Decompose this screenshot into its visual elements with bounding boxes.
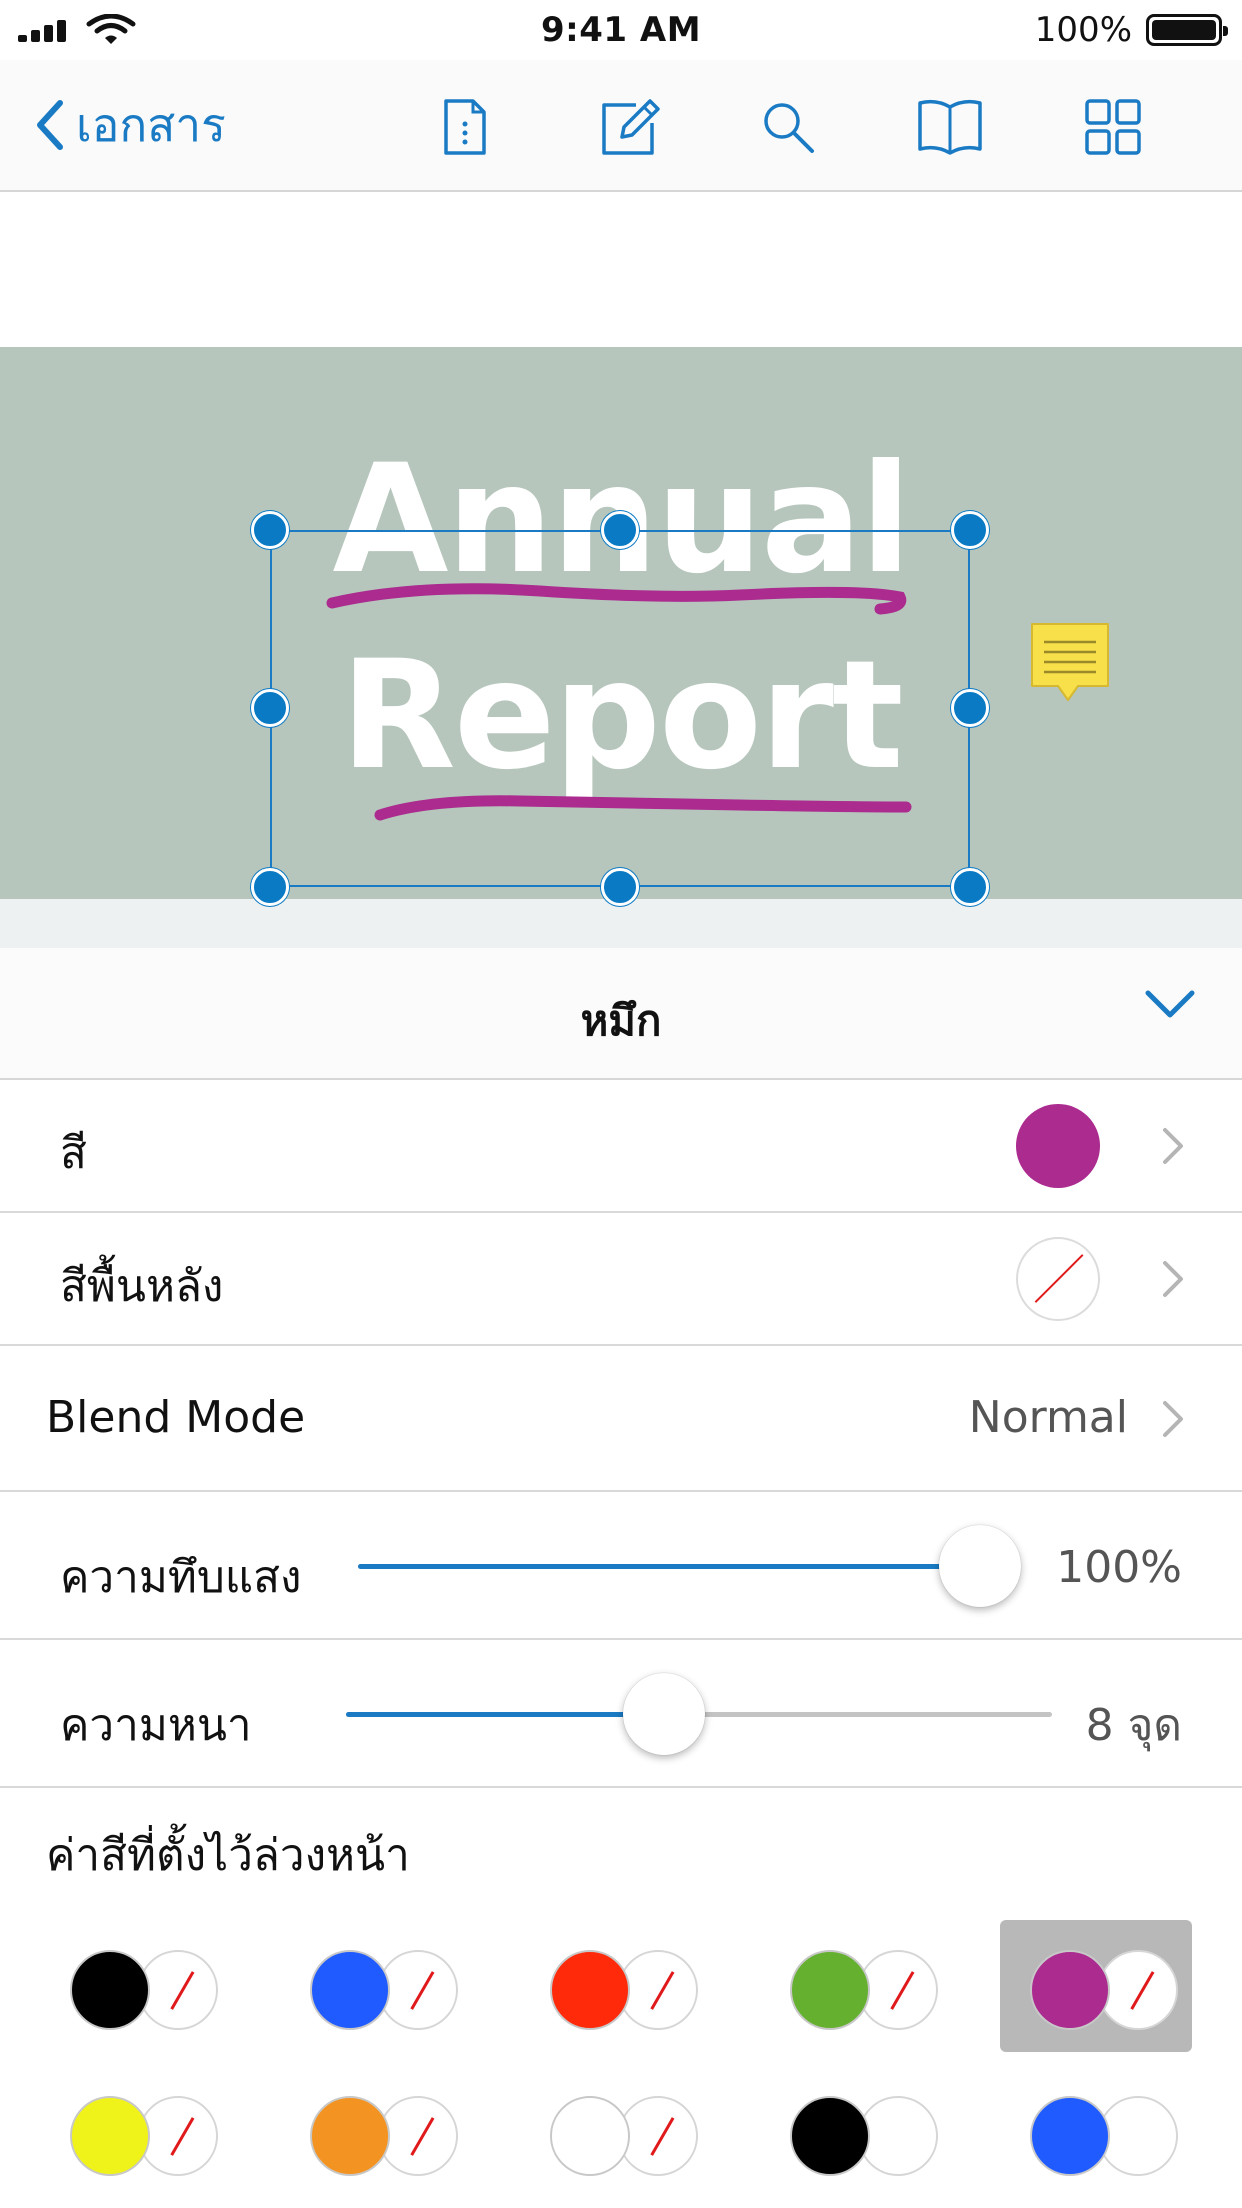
preset-fill-swatch [1030,2096,1110,2176]
preset-fill-swatch [310,2096,390,2176]
preset-stroke-swatch [858,1950,938,2030]
chevron-right-icon [1163,1401,1183,1437]
preset-fill-swatch [550,2096,630,2176]
background-color-label: สีพื้นหลัง [60,1261,224,1312]
color-swatch[interactable] [1016,1104,1100,1188]
opacity-value: 100% [1056,1542,1182,1593]
color-preset-2[interactable] [310,1946,460,2036]
search-icon[interactable] [753,92,823,162]
preset-fill-swatch [790,2096,870,2176]
color-label: สี [60,1128,87,1179]
thickness-label: ความหนา [60,1700,252,1751]
color-preset-7[interactable] [310,2092,460,2182]
annotate-icon[interactable] [595,92,665,162]
selection-box[interactable] [270,530,970,887]
note-annotation-icon[interactable] [1028,620,1112,708]
preset-stroke-swatch [618,2096,698,2176]
resize-handle-bottom-left[interactable] [251,868,289,906]
thickness-slider-thumb[interactable] [622,1673,705,1755]
preset-fill-swatch [790,1950,870,2030]
color-preset-3[interactable] [550,1946,700,2036]
document-page-gap [0,899,1242,948]
resize-handle-top-right[interactable] [951,511,989,549]
opacity-slider-fill [358,1564,980,1569]
resize-handle-right[interactable] [951,689,989,727]
navigation-bar: เอกสาร [0,60,1242,192]
back-button[interactable]: เอกสาร [36,90,226,160]
color-row[interactable]: สี [0,1080,1242,1213]
grid-icon[interactable] [1078,92,1148,162]
color-preset-1[interactable] [70,1946,220,2036]
book-icon[interactable] [915,92,985,162]
preset-fill-swatch [310,1950,390,2030]
no-color-swatch[interactable] [1016,1237,1100,1321]
resize-handle-top-left[interactable] [251,511,289,549]
chevron-left-icon [37,100,63,150]
preset-stroke-swatch [1098,1950,1178,2030]
opacity-row: ความทึบแสง 100% [0,1492,1242,1640]
chevron-right-icon [1163,1261,1183,1297]
color-preset-8[interactable] [550,2092,700,2182]
preset-fill-swatch [70,1950,150,2030]
panel-title: หมึก [580,996,662,1045]
preset-stroke-swatch [378,2096,458,2176]
color-preset-5[interactable] [1000,1920,1192,2052]
color-preset-10[interactable] [1030,2092,1180,2182]
thickness-value: 8 จุด [1085,1700,1182,1751]
blend-mode-value: Normal [968,1392,1128,1443]
thickness-row: ความหนา 8 จุด [0,1640,1242,1788]
preset-stroke-swatch [138,1950,218,2030]
preset-stroke-swatch [1098,2096,1178,2176]
thickness-slider-fill [346,1712,664,1717]
preset-stroke-swatch [138,2096,218,2176]
resize-handle-left[interactable] [251,689,289,727]
resize-handle-top[interactable] [601,511,639,549]
back-label: เอกสาร [76,97,226,152]
opacity-label: ความทึบแสง [60,1552,302,1603]
battery-percent: 100% [1034,10,1132,50]
battery-icon [1146,14,1228,46]
ink-panel-header: หมึก [0,948,1242,1080]
document-info-icon[interactable] [430,92,500,162]
preset-stroke-swatch [618,1950,698,2030]
color-preset-9[interactable] [790,2092,940,2182]
color-preset-4[interactable] [790,1946,940,2036]
chevron-right-icon [1163,1128,1183,1164]
resize-handle-bottom[interactable] [601,868,639,906]
preset-stroke-swatch [858,2096,938,2176]
document-page-top [0,192,1242,347]
resize-handle-bottom-right[interactable] [951,868,989,906]
blend-mode-label: Blend Mode [46,1392,306,1443]
presets-label: ค่าสีที่ตั้งไว้ล่วงหน้า [46,1830,410,1881]
preset-fill-swatch [1030,1950,1110,2030]
preset-fill-swatch [550,1950,630,2030]
opacity-slider-thumb[interactable] [939,1525,1021,1607]
color-preset-6[interactable] [70,2092,220,2182]
preset-stroke-swatch [378,1950,458,2030]
status-bar: 9:41 AM 100% [0,0,1242,60]
preset-fill-swatch [70,2096,150,2176]
blend-mode-row[interactable]: Blend Mode Normal [0,1346,1242,1492]
collapse-chevron-icon[interactable] [1144,988,1196,1020]
background-color-row[interactable]: สีพื้นหลัง [0,1213,1242,1346]
